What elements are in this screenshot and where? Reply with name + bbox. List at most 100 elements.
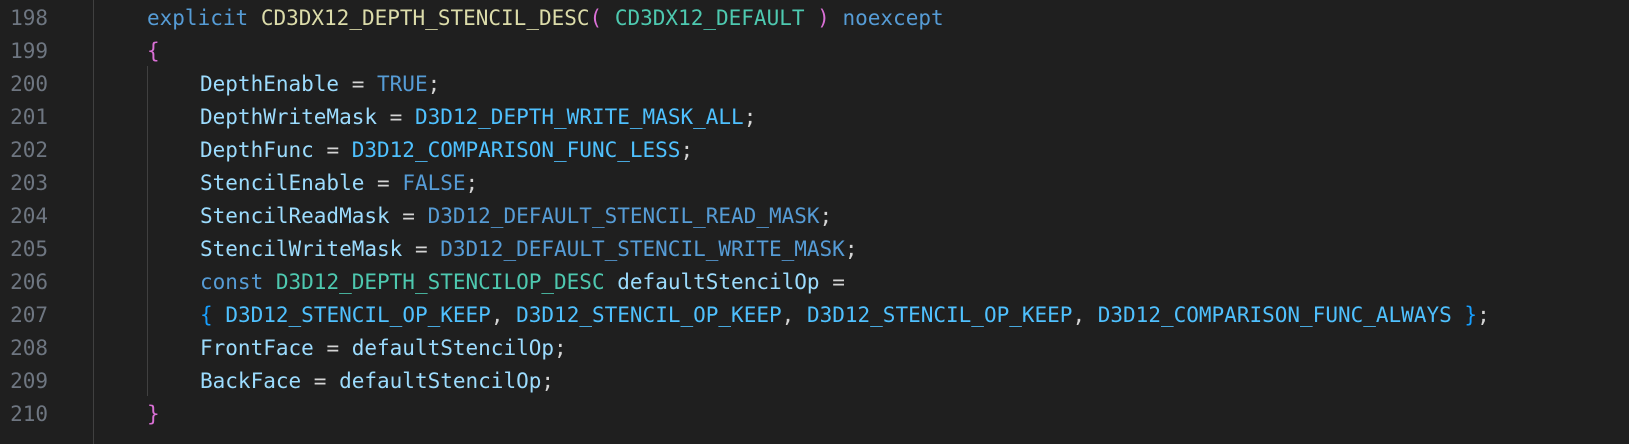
token-var: defaultStencilOp bbox=[351, 336, 555, 360]
token-keyword: TRUE bbox=[377, 72, 428, 96]
code-line[interactable]: 209 BackFace = defaultStencilOp; bbox=[0, 364, 1629, 398]
code-text[interactable]: DepthWriteMask = D3D12_DEPTH_WRITE_MASK_… bbox=[200, 100, 756, 134]
code-line[interactable]: 200 DepthEnable = TRUE; bbox=[0, 67, 1629, 101]
token-macro: D3D12_COMPARISON_FUNC_LESS bbox=[351, 138, 681, 162]
code-text[interactable]: } bbox=[147, 397, 160, 431]
token-brace: { bbox=[147, 39, 160, 63]
token-var: defaultStencilOp bbox=[339, 369, 542, 393]
token-punc: ; bbox=[844, 237, 858, 261]
code-text[interactable]: { bbox=[147, 34, 160, 68]
token-punc: , bbox=[1072, 303, 1098, 327]
code-text[interactable]: { D3D12_STENCIL_OP_KEEP, D3D12_STENCIL_O… bbox=[200, 298, 1490, 332]
token-keyword: FALSE bbox=[402, 171, 466, 195]
token-paren: ( bbox=[589, 6, 603, 30]
token-punc: = bbox=[339, 72, 378, 96]
code-line[interactable]: 205 StencilWriteMask = D3D12_DEFAULT_STEN… bbox=[0, 232, 1629, 266]
code-text[interactable]: StencilEnable = FALSE; bbox=[200, 166, 478, 200]
token-punc: ; bbox=[743, 105, 757, 129]
token-field: DepthFunc bbox=[200, 138, 314, 162]
token-brace2: { bbox=[200, 303, 213, 327]
code-text[interactable]: StencilReadMask = D3D12_DEFAULT_STENCIL_… bbox=[200, 199, 832, 233]
token-type: D3D12_DEPTH_STENCILOP_DESC bbox=[275, 270, 605, 294]
token-keyword: D3D12_DEFAULT_STENCIL_WRITE_MASK bbox=[440, 237, 845, 261]
code-text[interactable]: DepthFunc = D3D12_COMPARISON_FUNC_LESS; bbox=[200, 133, 693, 167]
line-number: 209 bbox=[10, 369, 48, 393]
line-number: 203 bbox=[10, 171, 48, 195]
token-punc: ; bbox=[541, 369, 555, 393]
token-field: DepthWriteMask bbox=[200, 105, 378, 129]
line-number: 205 bbox=[10, 237, 48, 261]
code-text[interactable]: BackFace = defaultStencilOp; bbox=[200, 364, 554, 398]
code-line[interactable]: 203 StencilEnable = FALSE; bbox=[0, 166, 1629, 200]
code-line[interactable]: 201 DepthWriteMask = D3D12_DEPTH_WRITE_MA… bbox=[0, 100, 1629, 134]
token-punc: , bbox=[781, 303, 807, 327]
line-number: 199 bbox=[10, 39, 48, 63]
token-keyword: noexcept bbox=[842, 6, 944, 30]
code-text[interactable]: const D3D12_DEPTH_STENCILOP_DESC default… bbox=[200, 265, 845, 299]
token-punc: , bbox=[490, 303, 517, 327]
token-punc bbox=[602, 6, 615, 30]
token-field: StencilReadMask bbox=[200, 204, 390, 228]
token-field: DepthEnable bbox=[200, 72, 340, 96]
token-punc: ; bbox=[554, 336, 567, 360]
token-punc: = bbox=[389, 204, 428, 228]
code-text[interactable]: explicit CD3DX12_DEPTH_STENCIL_DESC( CD3… bbox=[147, 1, 944, 35]
token-func: CD3DX12_DEPTH_STENCIL_DESC bbox=[260, 6, 590, 30]
token-punc: ; bbox=[427, 72, 441, 96]
code-line[interactable]: 198 explicit CD3DX12_DEPTH_STENCIL_DESC( … bbox=[0, 1, 1629, 35]
token-punc: = bbox=[402, 237, 441, 261]
line-number: 208 bbox=[10, 336, 48, 360]
token-field: StencilWriteMask bbox=[200, 237, 403, 261]
token-var: defaultStencilOp bbox=[617, 270, 820, 294]
token-punc: ; bbox=[465, 171, 479, 195]
line-number: 198 bbox=[10, 6, 48, 30]
token-macro: D3D12_STENCIL_OP_KEEP bbox=[806, 303, 1073, 327]
token-macro: D3D12_STENCIL_OP_KEEP bbox=[516, 303, 782, 327]
code-line[interactable]: 199 { bbox=[0, 34, 1629, 68]
token-punc bbox=[605, 270, 618, 294]
token-punc: = bbox=[301, 369, 340, 393]
token-macro: D3D12_DEPTH_WRITE_MASK_ALL bbox=[414, 105, 744, 129]
code-text[interactable]: FrontFace = defaultStencilOp; bbox=[200, 331, 567, 365]
token-punc: = bbox=[377, 105, 415, 129]
token-macro: D3D12_COMPARISON_FUNC_ALWAYS bbox=[1097, 303, 1452, 327]
token-punc bbox=[805, 6, 818, 30]
token-punc bbox=[248, 6, 261, 30]
token-punc: = bbox=[313, 336, 352, 360]
line-number: 200 bbox=[10, 72, 48, 96]
token-field: StencilEnable bbox=[200, 171, 365, 195]
line-number: 206 bbox=[10, 270, 48, 294]
code-editor[interactable]: 198 explicit CD3DX12_DEPTH_STENCIL_DESC( … bbox=[0, 0, 1629, 444]
code-line[interactable]: 204 StencilReadMask = D3D12_DEFAULT_STENC… bbox=[0, 199, 1629, 233]
code-text[interactable]: StencilWriteMask = D3D12_DEFAULT_STENCIL… bbox=[200, 232, 857, 266]
line-number: 210 bbox=[10, 402, 48, 426]
line-number: 207 bbox=[10, 303, 48, 327]
token-keyword: D3D12_DEFAULT_STENCIL_READ_MASK bbox=[427, 204, 820, 228]
token-punc: = bbox=[364, 171, 403, 195]
token-paren: ) bbox=[817, 6, 830, 30]
line-number: 204 bbox=[10, 204, 48, 228]
token-punc bbox=[1452, 303, 1465, 327]
code-line[interactable]: 210} bbox=[0, 397, 1629, 431]
token-keyword: const bbox=[200, 270, 264, 294]
token-field: BackFace bbox=[200, 369, 302, 393]
code-line[interactable]: 206 const D3D12_DEPTH_STENCILOP_DESC defa… bbox=[0, 265, 1629, 299]
token-type: CD3DX12_DEFAULT bbox=[614, 6, 805, 30]
line-number: 201 bbox=[10, 105, 48, 129]
token-punc bbox=[263, 270, 276, 294]
token-punc bbox=[830, 6, 843, 30]
token-field: FrontFace bbox=[200, 336, 314, 360]
token-keyword: explicit bbox=[147, 6, 249, 30]
token-brace: } bbox=[147, 402, 160, 426]
token-punc bbox=[213, 303, 226, 327]
code-text[interactable]: DepthEnable = TRUE; bbox=[200, 67, 440, 101]
token-punc: = bbox=[313, 138, 352, 162]
token-punc: ; bbox=[1477, 303, 1490, 327]
token-macro: D3D12_STENCIL_OP_KEEP bbox=[225, 303, 491, 327]
token-punc: ; bbox=[680, 138, 694, 162]
code-line[interactable]: 202 DepthFunc = D3D12_COMPARISON_FUNC_LES… bbox=[0, 133, 1629, 167]
code-line[interactable]: 207 { D3D12_STENCIL_OP_KEEP, D3D12_STENCI… bbox=[0, 298, 1629, 332]
code-line[interactable]: 208 FrontFace = defaultStencilOp; bbox=[0, 331, 1629, 365]
token-punc: = bbox=[819, 270, 845, 294]
line-number: 202 bbox=[10, 138, 48, 162]
